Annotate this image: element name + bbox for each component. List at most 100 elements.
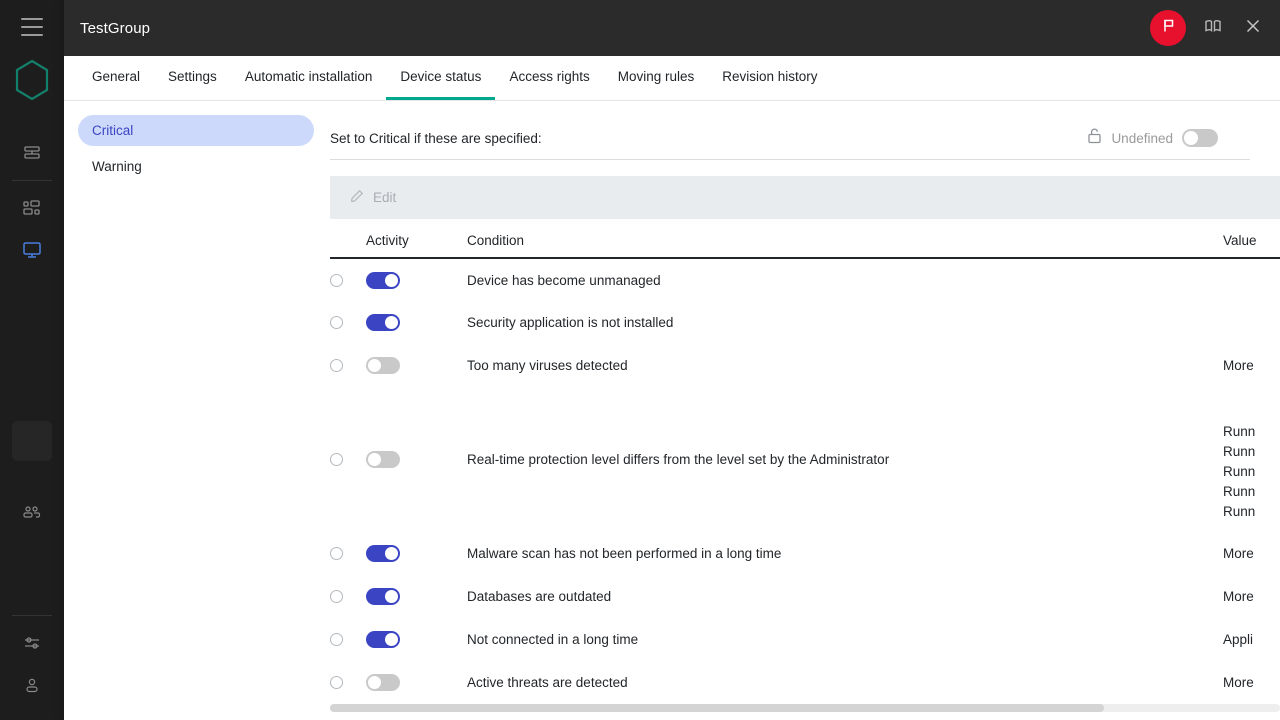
row-radio[interactable] xyxy=(330,316,343,329)
row-value-cell: Runn Runn Runn Runn Runn xyxy=(1223,387,1280,532)
tab-access-rights[interactable]: Access rights xyxy=(495,56,603,100)
toggle-knob xyxy=(1184,131,1198,145)
row-value-cell: Appli xyxy=(1223,618,1280,661)
table-horizontal-scrollbar[interactable] xyxy=(330,704,1280,712)
row-value-cell xyxy=(1223,301,1280,344)
table-row[interactable]: Real-time protection level differs from … xyxy=(330,387,1280,532)
section-title: Set to Critical if these are specified: xyxy=(330,131,542,146)
sidebar-item-label: Warning xyxy=(92,159,142,174)
activity-toggle[interactable] xyxy=(366,451,400,468)
rail-icon-group-top xyxy=(0,132,64,271)
activity-toggle[interactable] xyxy=(366,272,400,289)
row-value-cell: More xyxy=(1223,532,1280,575)
row-value-line: Appli xyxy=(1223,630,1280,650)
row-radio[interactable] xyxy=(330,633,343,646)
row-value-line: Runn xyxy=(1223,462,1280,482)
table-row[interactable]: Active threats are detected More xyxy=(330,661,1280,704)
activity-toggle[interactable] xyxy=(366,314,400,331)
activity-toggle[interactable] xyxy=(366,545,400,562)
row-value-line: Runn xyxy=(1223,442,1280,462)
rail-item-devices[interactable] xyxy=(0,229,64,271)
row-condition-cell: Databases are outdated xyxy=(467,575,1223,618)
pencil-icon xyxy=(350,189,364,206)
table-header-condition[interactable]: Condition xyxy=(467,219,1223,258)
table-header-value[interactable]: Value xyxy=(1223,219,1280,258)
rail-item-servers[interactable] xyxy=(0,132,64,174)
table-row[interactable]: Not connected in a long time Appli xyxy=(330,618,1280,661)
row-select-cell xyxy=(330,344,366,387)
tab-settings[interactable]: Settings xyxy=(154,56,231,100)
row-radio[interactable] xyxy=(330,274,343,287)
table-row[interactable]: Too many viruses detected More xyxy=(330,344,1280,387)
table-row[interactable]: Device has become unmanaged xyxy=(330,258,1280,301)
conditions-table-container: Activity Condition Value xyxy=(330,219,1280,720)
activity-toggle[interactable] xyxy=(366,588,400,605)
flag-icon xyxy=(1160,17,1177,39)
hamburger-menu-icon[interactable] xyxy=(21,18,43,36)
row-condition-cell: Malware scan has not been performed in a… xyxy=(467,532,1223,575)
table-row[interactable]: Malware scan has not been performed in a… xyxy=(330,532,1280,575)
rail-divider-bottom xyxy=(12,615,52,616)
sidebar-item-label: Critical xyxy=(92,123,133,138)
table-row[interactable]: Security application is not installed xyxy=(330,301,1280,344)
flag-badge-button[interactable] xyxy=(1150,10,1186,46)
tab-revision-history[interactable]: Revision history xyxy=(708,56,831,100)
table-row[interactable]: Databases are outdated More xyxy=(330,575,1280,618)
row-condition-cell: Not connected in a long time xyxy=(467,618,1223,661)
modal-title: TestGroup xyxy=(80,20,150,37)
row-radio[interactable] xyxy=(330,676,343,689)
row-activity-cell xyxy=(366,661,467,704)
row-value-cell xyxy=(1223,258,1280,301)
tab-general[interactable]: General xyxy=(78,56,154,100)
row-activity-cell xyxy=(366,258,467,301)
row-radio[interactable] xyxy=(330,547,343,560)
rail-item-dashboard[interactable] xyxy=(0,187,64,229)
close-icon xyxy=(1244,17,1262,40)
row-value-line: Runn xyxy=(1223,502,1280,522)
row-value-line: More xyxy=(1223,544,1280,564)
row-radio[interactable] xyxy=(330,590,343,603)
tab-moving-rules[interactable]: Moving rules xyxy=(604,56,709,100)
toggle-knob xyxy=(385,316,398,329)
rail-item-account[interactable] xyxy=(0,664,64,706)
status-conditions-panel: Set to Critical if these are specified: … xyxy=(330,101,1280,720)
activity-toggle[interactable] xyxy=(366,631,400,648)
row-value-cell: More xyxy=(1223,575,1280,618)
close-button[interactable] xyxy=(1240,15,1266,41)
edit-button-label: Edit xyxy=(373,190,396,205)
sidebar-item-warning[interactable]: Warning xyxy=(78,151,314,182)
account-icon xyxy=(22,675,42,695)
undefined-label: Undefined xyxy=(1111,131,1173,146)
table-body: Device has become unmanaged Se xyxy=(330,258,1280,704)
sidebar-item-critical[interactable]: Critical xyxy=(78,115,314,146)
toggle-knob xyxy=(368,676,381,689)
row-value-line: More xyxy=(1223,356,1280,376)
table-header-activity[interactable]: Activity xyxy=(366,219,467,258)
tab-automatic-installation[interactable]: Automatic installation xyxy=(231,56,387,100)
row-value-line: More xyxy=(1223,673,1280,693)
modal-header: TestGroup xyxy=(64,0,1280,56)
scrollbar-thumb[interactable] xyxy=(330,704,1104,712)
toggle-knob xyxy=(368,453,381,466)
app-root: TestGroup xyxy=(0,0,1280,720)
row-value-cell: More xyxy=(1223,661,1280,704)
undefined-control-group: Undefined xyxy=(1087,127,1218,149)
hexagon-logo-icon xyxy=(12,58,52,102)
undefined-toggle[interactable] xyxy=(1182,129,1218,147)
row-radio[interactable] xyxy=(330,359,343,372)
activity-toggle[interactable] xyxy=(366,357,400,374)
header-actions xyxy=(1150,10,1266,46)
users-icon xyxy=(22,502,42,522)
conditions-table: Activity Condition Value xyxy=(330,219,1280,704)
rail-item-settings[interactable] xyxy=(0,622,64,664)
row-select-cell xyxy=(330,387,366,532)
server-icon xyxy=(22,143,42,163)
row-radio[interactable] xyxy=(330,453,343,466)
activity-toggle[interactable] xyxy=(366,674,400,691)
row-condition-cell: Device has become unmanaged xyxy=(467,258,1223,301)
rail-item-users[interactable] xyxy=(0,491,64,533)
tab-device-status[interactable]: Device status xyxy=(386,56,495,100)
edit-button[interactable]: Edit xyxy=(350,189,396,206)
row-select-cell xyxy=(330,301,366,344)
help-button[interactable] xyxy=(1200,15,1226,41)
